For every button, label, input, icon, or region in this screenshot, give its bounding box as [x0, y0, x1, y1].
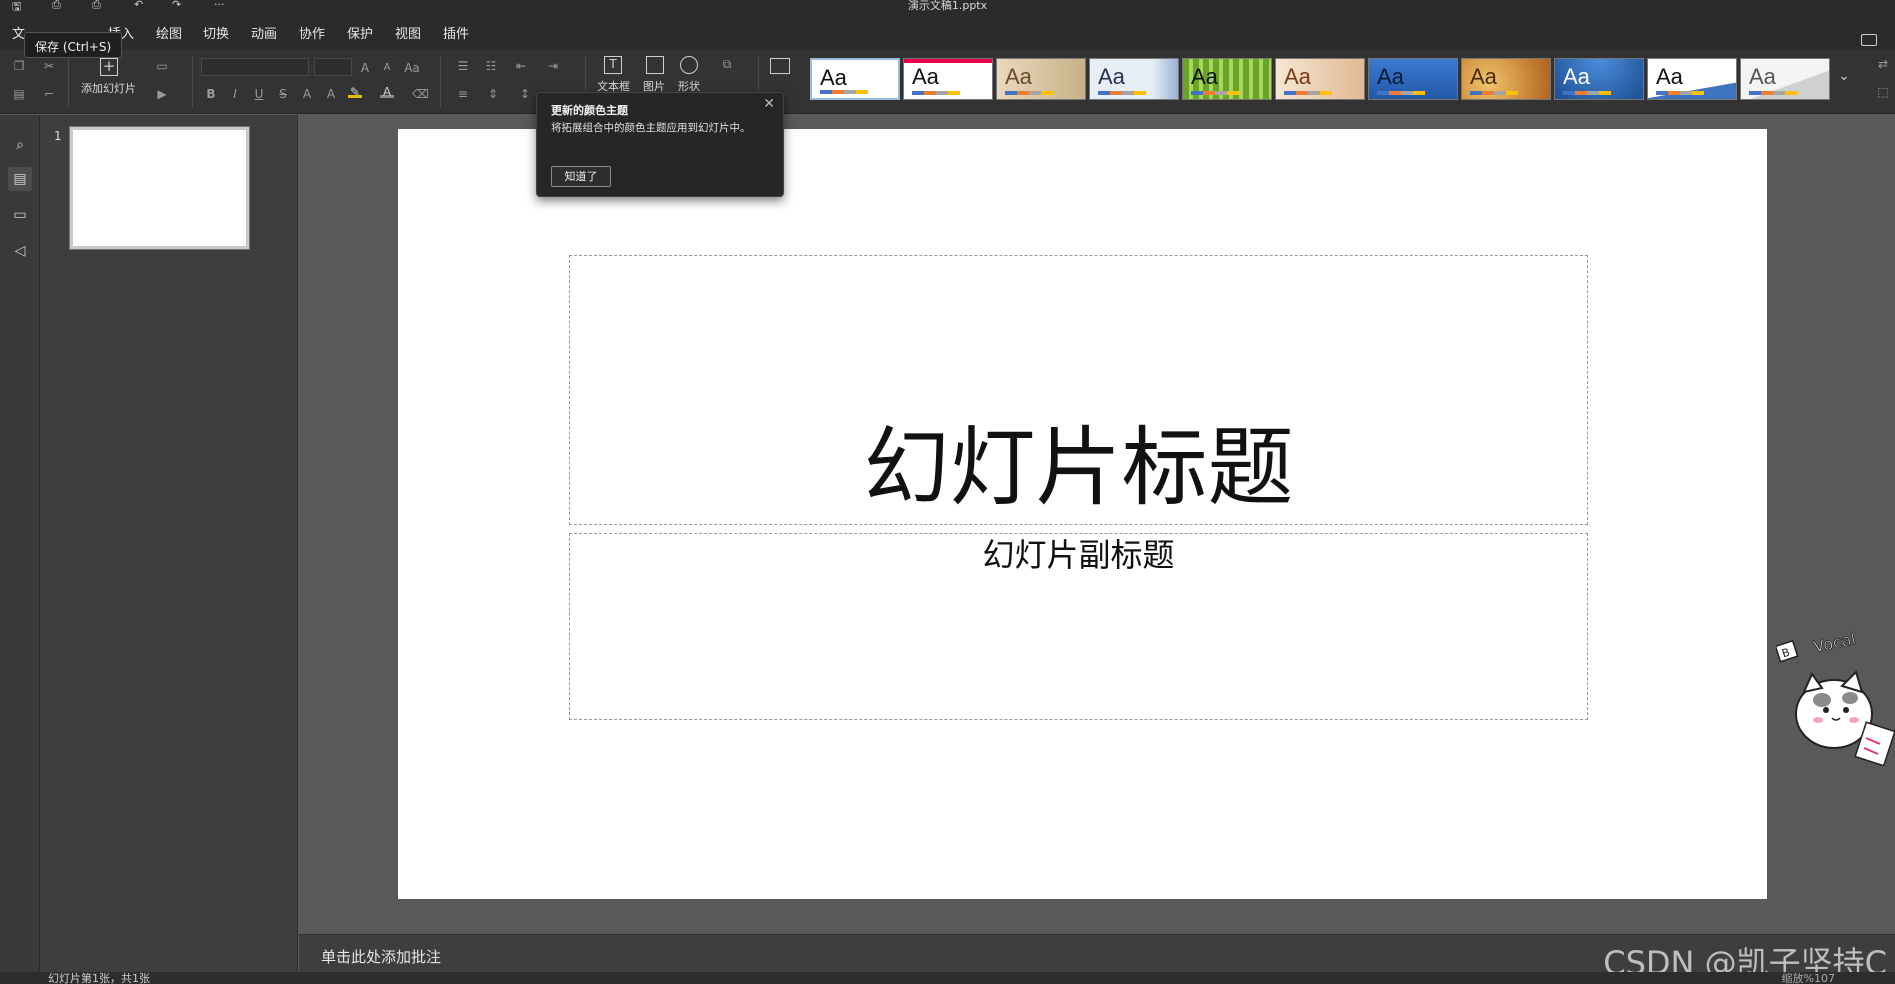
bullets-icon[interactable]: ☰: [456, 60, 470, 72]
shape-icon[interactable]: [680, 56, 698, 74]
menu-protect[interactable]: 保护: [347, 23, 373, 42]
speaker-icon[interactable]: ◁: [8, 239, 32, 263]
got-it-button[interactable]: 知道了: [551, 166, 611, 187]
font-name-select[interactable]: [201, 58, 309, 76]
align-icon[interactable]: ≡: [456, 88, 470, 100]
menu-view[interactable]: 视图: [395, 23, 421, 42]
notes-placeholder[interactable]: 单击此处添加批注: [321, 946, 441, 967]
textbox-icon[interactable]: T: [604, 56, 622, 74]
change-case-icon[interactable]: Aa: [402, 62, 422, 74]
close-icon[interactable]: ✕: [763, 96, 775, 112]
popup-title: 更新的颜色主题: [551, 104, 628, 117]
strikethrough-icon[interactable]: S: [276, 88, 290, 100]
font-size-select[interactable]: [314, 58, 352, 76]
zoom-status[interactable]: 缩放%107: [1782, 970, 1835, 984]
copy-icon[interactable]: ❐: [12, 60, 26, 72]
vertical-align-icon[interactable]: ⇕: [486, 88, 500, 100]
theme-option[interactable]: Aa: [1182, 58, 1272, 100]
menu-draw[interactable]: 绘图: [156, 23, 182, 42]
slide-subtitle[interactable]: 幻灯片副标题: [570, 535, 1587, 575]
theme-gallery-expand-icon[interactable]: ⌄: [1834, 68, 1854, 90]
format-painter-icon[interactable]: ⌐: [42, 88, 56, 100]
theme-option[interactable]: Aa: [1740, 58, 1830, 100]
increase-indent-icon[interactable]: ⇥: [546, 60, 560, 72]
superscript-icon[interactable]: A: [300, 88, 314, 100]
theme-option[interactable]: Aa: [996, 58, 1086, 100]
increase-font-size-icon[interactable]: A: [358, 62, 372, 74]
menu-animation[interactable]: 动画: [251, 23, 277, 42]
slide-size-icon[interactable]: [770, 58, 790, 74]
start-slideshow-icon[interactable]: ▶: [155, 88, 169, 100]
menu-bar: 文 插入 绘图 切换 动画 协作 保护 视图 插件 保存 (Ctrl+S): [0, 12, 1895, 58]
arrange-icon[interactable]: ⧉: [720, 58, 734, 70]
slide-thumbnail-number: 1: [54, 129, 62, 143]
select-icon[interactable]: ⬚: [1876, 86, 1890, 98]
cut-icon[interactable]: ✂: [42, 60, 56, 72]
slides-icon[interactable]: ▤: [8, 167, 32, 191]
search-icon[interactable]: ⌕: [8, 133, 32, 157]
slides-panel: 1: [40, 115, 298, 975]
add-slide-icon[interactable]: +: [100, 58, 118, 76]
theme-option[interactable]: Aa: [810, 58, 900, 100]
bold-icon[interactable]: B: [204, 88, 218, 100]
slide-title[interactable]: 幻灯片标题: [570, 418, 1587, 518]
add-slide-button[interactable]: 添加幻灯片: [81, 80, 136, 96]
underline-icon[interactable]: U: [252, 88, 266, 100]
font-color-icon[interactable]: A: [380, 86, 394, 98]
theme-option[interactable]: Aa: [1368, 58, 1458, 100]
theme-option[interactable]: Aa: [1461, 58, 1551, 100]
slide-thumbnail[interactable]: [69, 126, 250, 250]
status-bar: 幻灯片第1张，共1张 缩放%107: [0, 972, 1895, 984]
theme-option[interactable]: Aa: [1275, 58, 1365, 100]
numbering-icon[interactable]: ☷: [484, 60, 498, 72]
clear-format-icon[interactable]: ⌫: [412, 88, 429, 100]
menu-transitions[interactable]: 切换: [203, 23, 229, 42]
theme-option[interactable]: Aa: [903, 58, 993, 100]
comments-icon[interactable]: ▭: [8, 203, 32, 227]
layout-icon[interactable]: ▭: [155, 60, 169, 72]
save-tooltip: 保存 (Ctrl+S): [24, 32, 123, 58]
menu-collaborate[interactable]: 协作: [299, 23, 325, 42]
slide-canvas: 幻灯片标题 幻灯片副标题: [398, 129, 1767, 899]
open-file-location-icon[interactable]: [1861, 34, 1877, 46]
decrease-font-size-icon[interactable]: A: [380, 62, 394, 74]
decrease-indent-icon[interactable]: ⇤: [514, 60, 528, 72]
left-rail: ⌕ ▤ ▭ ◁: [0, 115, 40, 975]
slide-count-status: 幻灯片第1张，共1张: [48, 972, 150, 984]
subtitle-placeholder[interactable]: 幻灯片副标题: [569, 533, 1588, 720]
subscript-icon[interactable]: A: [324, 88, 338, 100]
theme-option[interactable]: Aa: [1554, 58, 1644, 100]
title-bar: 🖫 ⎙ ⎙ ↶ ↷ ··· 演示文稿1.pptx: [0, 0, 1895, 13]
cat-sticker-image: B Vocal: [1774, 626, 1895, 767]
theme-option[interactable]: Aa: [1089, 58, 1179, 100]
popup-body: 将拓展组合中的颜色主题应用到幻灯片中。: [551, 122, 751, 134]
italic-icon[interactable]: I: [228, 88, 242, 100]
svg-text:Vocal: Vocal: [1812, 629, 1858, 656]
theme-option[interactable]: Aa: [1647, 58, 1737, 100]
ribbon-toolbar: ❐ ✂ ▤ ⌐ + 添加幻灯片 ▭ ▶ A A Aa B I U S A A ✎…: [0, 50, 1895, 114]
paste-icon[interactable]: ▤: [12, 88, 26, 100]
highlight-color-icon[interactable]: ✎: [348, 86, 362, 98]
image-icon[interactable]: [646, 56, 664, 74]
title-placeholder[interactable]: 幻灯片标题: [569, 255, 1588, 525]
line-spacing-icon[interactable]: ↕: [518, 88, 532, 100]
notes-pane[interactable]: 单击此处添加批注 CSDN @凯子坚持C: [299, 934, 1895, 982]
color-theme-popup: 更新的颜色主题 ✕ 将拓展组合中的颜色主题应用到幻灯片中。 知道了: [536, 92, 784, 197]
replace-icon[interactable]: ⇄: [1876, 58, 1890, 70]
menu-plugins[interactable]: 插件: [443, 23, 469, 42]
